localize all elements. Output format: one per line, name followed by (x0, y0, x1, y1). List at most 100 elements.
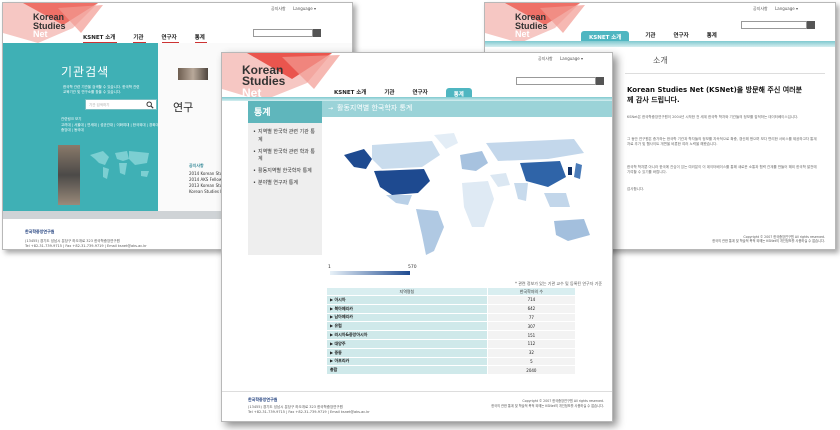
language-select[interactable]: Language ▾ (775, 6, 798, 11)
map-region-usa (374, 169, 430, 195)
map-region-japan (574, 163, 582, 179)
top-links: 공지사항 Language ▾ (753, 6, 798, 12)
region-label[interactable]: ▶ 북아메리카 (326, 303, 488, 314)
map-region-south-america (416, 209, 444, 255)
map-region-australia (554, 219, 590, 241)
search-intro: 한국학 관련 기관을 검색할 수 있습니다. 한국학 관련 교육기관 및 연구소… (63, 85, 140, 94)
header-search-input[interactable] (253, 29, 313, 37)
intro-paragraph: KSNet은 한국학중앙연구원이 2004년 시작한 전 세계 한국학 학자와 … (627, 115, 799, 119)
map-region-russia (486, 139, 584, 161)
welcome-heading: Korean Studies Net (KSNet)을 방문해 주신 여러분께 … (627, 86, 803, 105)
nav-item-about[interactable]: KSNET 소개 (83, 33, 118, 43)
window-statistics: Korean Studies Net 공지사항 Language ▾ KSNET 소… (221, 52, 613, 422)
map-region-southeast-asia (544, 193, 570, 207)
region-count: 32 (486, 347, 577, 358)
table-row[interactable]: ▶ 중동 32 (326, 347, 577, 358)
photo-strip (58, 145, 80, 205)
notice-link[interactable]: 공지사항 (753, 6, 768, 11)
table-row[interactable]: ▶ 러시아&중앙아시아 151 (326, 330, 577, 340)
sidebar-item-scholar-stats[interactable]: 활동지역별 한국학자 통계 (253, 168, 316, 176)
total-count: 2040 (486, 365, 577, 376)
map-region-africa (462, 181, 494, 227)
region-count: 77 (486, 312, 577, 323)
table-row[interactable]: ▶ 아프리카 5 (326, 356, 577, 367)
header-search-button[interactable] (807, 21, 815, 29)
map-region-middle-east (490, 173, 510, 187)
nav-item-institutions[interactable]: 기관 (133, 33, 146, 43)
map-region-mexico (386, 195, 412, 205)
region-count: 307 (486, 321, 577, 332)
region-label[interactable]: ▶ 유럽 (326, 321, 488, 332)
map-region-alaska (344, 149, 372, 169)
region-count: 714 (486, 295, 577, 305)
scholar-stats-table: 지역명칭 한국학자의 수 ▶ 아시아 714 ▶ 북아메리카 642 ▶ 남아메리카… (326, 287, 577, 376)
table-row[interactable]: ▶ 남아메리카 77 (326, 312, 577, 323)
choropleth-world-map (344, 133, 590, 255)
header-search-input[interactable] (516, 77, 596, 85)
sidebar-title: 통계 (248, 101, 322, 123)
search-icon[interactable] (146, 101, 154, 109)
title-divider (625, 73, 825, 74)
people-photo (178, 68, 208, 80)
table-row[interactable]: ▶ 유럽 307 (326, 321, 577, 332)
main-nav: KSNET 소개 기관 연구자 통계 (83, 33, 223, 43)
site-logo[interactable]: Korean Studies Net (515, 13, 548, 39)
map-region-europe (460, 151, 488, 171)
region-label[interactable]: ▶ 남아메리카 (326, 312, 488, 323)
notice-heading: 공지사항 (189, 163, 204, 168)
map-region-canada (372, 141, 440, 169)
header-search-button[interactable] (596, 77, 604, 85)
table-row[interactable]: ▶ 대양주 112 (326, 338, 577, 349)
footer-address: (13455) 경기도 성남시 분당구 하오개로 323 한국학중앙연구원 Te… (248, 405, 370, 415)
page-title: → 활동지역별 한국학자 통계 (328, 104, 413, 112)
sidebar-item-field-stats[interactable]: 분야별 연구자 통계 (253, 180, 316, 188)
region-label[interactable]: ▶ 대양주 (326, 338, 488, 349)
site-logo[interactable]: Korean Studies Net (33, 13, 66, 39)
header-search-input[interactable] (741, 21, 807, 29)
map-region-korea (568, 167, 572, 175)
intro-paragraph: 감사합니다. (627, 187, 645, 191)
region-count: 642 (486, 303, 577, 314)
footer-divider (222, 391, 612, 392)
site-logo[interactable]: Korean Studies Net (242, 64, 285, 99)
region-count: 112 (486, 338, 577, 349)
table-row-total: 총합 2040 (326, 365, 577, 376)
region-label[interactable]: ▶ 아프리카 (326, 356, 488, 367)
intro-paragraph: 한국학 학자뿐 아니라 한국에 관심이 있는 여러분이 이 데이터베이스를 통해… (627, 165, 817, 175)
language-select[interactable]: Language ▾ (293, 6, 316, 11)
nav-item-researchers[interactable]: 연구자 (161, 33, 179, 43)
search-placeholder: 기관 검색하기 (89, 103, 110, 107)
nav-item-statistics[interactable]: 통계 (194, 33, 207, 43)
top-links: 공지사항 Language ▾ (538, 56, 583, 62)
links-list[interactable]: 고려대 | 서울대 | 연세대 | 성균관대 | 이화여대 | 한국외대 | 경… (61, 123, 161, 134)
world-map (90, 151, 149, 179)
copyright: Copyright © 2007 한국중앙연구원 All rights rese… (712, 235, 825, 244)
related-links[interactable]: 관련링크 보기 고려대 | 서울대 | 연세대 | 성균관대 | 이화여대 | … (61, 117, 161, 134)
region-label[interactable]: ▶ 중동 (326, 347, 488, 358)
header-search-button[interactable] (313, 29, 321, 37)
arrow-icon: → (328, 105, 334, 112)
region-label[interactable]: ▶ 러시아&중앙아시아 (326, 330, 488, 340)
legend-max-label: 570 (408, 265, 417, 270)
sidebar-item-institution-stats[interactable]: 지역별 한국학 관련 기관 통계 (253, 129, 316, 145)
notice-link[interactable]: 공지사항 (538, 56, 553, 61)
intro-paragraph: 그 동안 연구원은 증가하는 한국학 기관과 학자들의 정보를 지속적으로 확충… (627, 137, 817, 147)
notice-link[interactable]: 공지사항 (271, 6, 286, 11)
region-label[interactable]: ▶ 아시아 (326, 295, 488, 305)
region-count: 151 (486, 330, 577, 340)
region-count: 5 (486, 356, 577, 367)
copyright: Copyright © 2007 한국중앙연구원 All rights rese… (491, 399, 604, 408)
map-region-india (514, 183, 528, 201)
legend-min-label: 1 (328, 265, 331, 270)
institution-search-input[interactable]: 기관 검색하기 (85, 99, 157, 110)
search-title: 기관검색 (61, 65, 110, 79)
sidebar-menu: 지역별 한국학 관련 기관 통계 지역별 한국학 관련 학과 통계 활동지역별 … (248, 123, 322, 255)
table-row[interactable]: ▶ 아시아 714 (326, 295, 577, 305)
total-label: 총합 (326, 365, 488, 376)
table-row[interactable]: ▶ 북아메리카 642 (326, 303, 577, 314)
map-region-greenland (434, 133, 458, 149)
language-select[interactable]: Language ▾ (560, 56, 583, 61)
sidebar-item-department-stats[interactable]: 지역별 한국학 관련 학과 통계 (253, 149, 316, 165)
top-links: 공지사항 Language ▾ (271, 6, 316, 12)
page-title: 소개 (653, 56, 668, 65)
